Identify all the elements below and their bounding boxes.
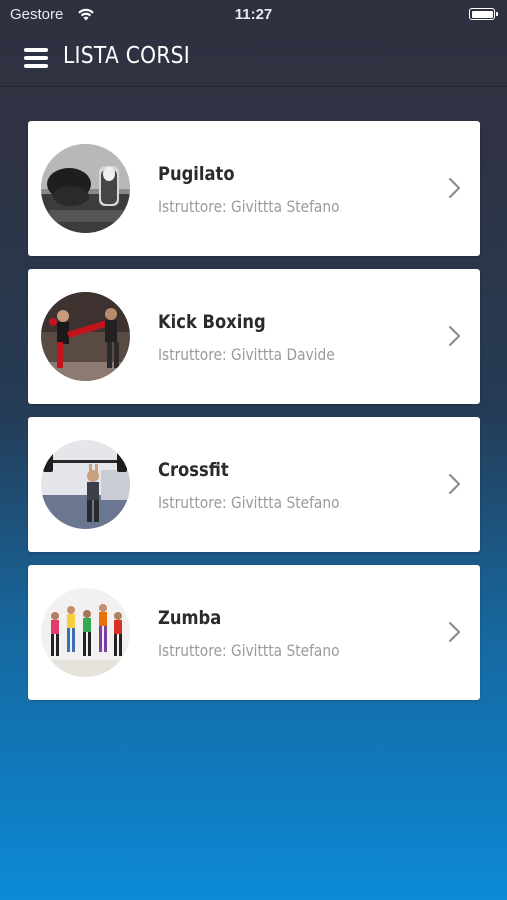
chevron-right-icon: [448, 177, 461, 199]
course-instructor: Istruttore: Givittta Davide: [158, 345, 335, 364]
course-name: Zumba: [158, 607, 222, 629]
course-card-zumba[interactable]: Zumba Istruttore: Givittta Stefano: [28, 565, 480, 700]
course-instructor: Istruttore: Givittta Stefano: [158, 641, 340, 660]
hamburger-menu-icon[interactable]: [24, 48, 48, 68]
chevron-right-icon: [448, 621, 461, 643]
course-list: Pugilato Istruttore: Givittta Stefano Ki…: [28, 121, 480, 713]
crossfit-photo: [41, 440, 130, 529]
course-instructor: Istruttore: Givittta Stefano: [158, 493, 340, 512]
course-card-pugilato[interactable]: Pugilato Istruttore: Givittta Stefano: [28, 121, 480, 256]
boxing-photo: [41, 144, 130, 233]
course-instructor: Istruttore: Givittta Stefano: [158, 197, 340, 216]
course-name: Crossfit: [158, 459, 229, 481]
battery-icon: [469, 8, 498, 20]
kickboxing-photo: [41, 292, 130, 381]
page-title: LISTA CORSI: [63, 43, 191, 69]
course-name: Pugilato: [158, 163, 235, 185]
chevron-right-icon: [448, 325, 461, 347]
course-card-kick-boxing[interactable]: Kick Boxing Istruttore: Givittta Davide: [28, 269, 480, 404]
zumba-photo: [41, 588, 130, 677]
course-name: Kick Boxing: [158, 311, 266, 333]
chevron-right-icon: [448, 473, 461, 495]
course-card-crossfit[interactable]: Crossfit Istruttore: Givittta Stefano: [28, 417, 480, 552]
app-header: LISTA CORSI: [0, 30, 507, 87]
clock: 11:27: [234, 6, 273, 23]
status-bar: Gestore 11:27: [0, 0, 507, 30]
